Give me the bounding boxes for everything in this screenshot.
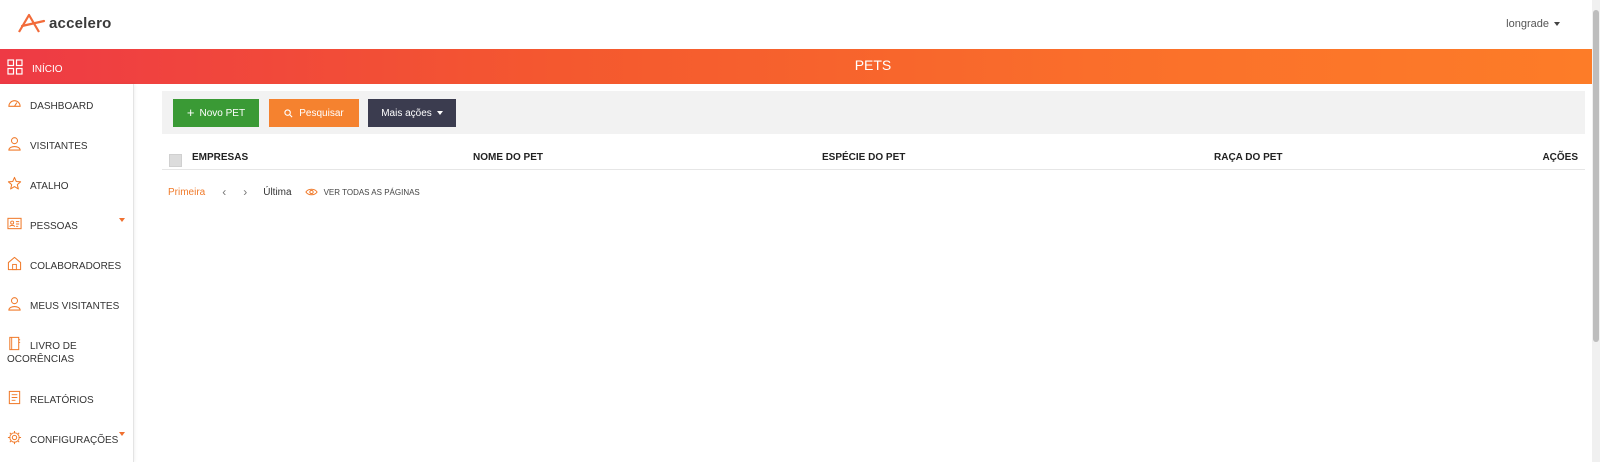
submenu-caret-icon bbox=[119, 218, 125, 222]
sidebar-item-label: PESSOAS bbox=[30, 221, 78, 232]
view-all-pages-link[interactable]: VER TODAS AS PÁGINAS bbox=[304, 187, 420, 197]
page-header-banner: INÍCIO PETS bbox=[0, 49, 1592, 84]
sidebar-item-meus-visitantes[interactable]: MEUS VISITANTES bbox=[7, 297, 127, 313]
column-header-empresas[interactable]: EMPRESAS bbox=[192, 152, 248, 163]
star-icon bbox=[7, 176, 22, 190]
user-menu[interactable]: longrade bbox=[1506, 18, 1560, 30]
app-logo[interactable]: accelero bbox=[17, 12, 111, 34]
id-card-icon bbox=[7, 217, 22, 230]
new-pet-button[interactable]: + Novo PET bbox=[173, 99, 259, 127]
first-page-link[interactable]: Primeira bbox=[168, 187, 205, 198]
page-title: PETS bbox=[854, 57, 892, 73]
book-icon bbox=[9, 336, 21, 351]
select-all-checkbox[interactable] bbox=[169, 154, 182, 167]
view-all-label: VER TODAS AS PÁGINAS bbox=[323, 187, 420, 197]
sidebar-item-label-line2: OCORÊNCIAS bbox=[7, 354, 75, 365]
app-name: accelero bbox=[49, 14, 112, 32]
report-icon bbox=[8, 390, 21, 405]
sidebar-item-label: CONFIGURAÇÕES bbox=[30, 435, 119, 446]
last-page-link[interactable]: Última bbox=[263, 187, 291, 198]
previous-page-icon[interactable]: ‹ bbox=[222, 185, 226, 199]
sidebar-item-configuracoes[interactable]: CONFIGURAÇÕES bbox=[7, 430, 127, 447]
submenu-caret-icon bbox=[119, 432, 125, 436]
eye-icon bbox=[304, 188, 318, 196]
table-header: EMPRESAS NOME DO PET ESPÉCIE DO PET RAÇA… bbox=[162, 146, 1585, 170]
sidebar-item-label: ATALHO bbox=[30, 181, 69, 192]
top-bar: accelero longrade bbox=[0, 0, 1600, 49]
sidebar-item-visitantes[interactable]: VISITANTES bbox=[7, 137, 127, 153]
sidebar-item-dashboard[interactable]: DASHBOARD bbox=[7, 100, 127, 113]
more-actions-button[interactable]: Mais ações bbox=[368, 99, 456, 127]
page-scrollbar[interactable] bbox=[1592, 0, 1600, 462]
sidebar-item-livro-de-ocorencias[interactable]: LIVRO DE OCORÊNCIAS bbox=[7, 336, 127, 366]
sidebar-item-pessoas[interactable]: PESSOAS bbox=[7, 217, 127, 233]
new-pet-label: Novo PET bbox=[199, 107, 246, 119]
search-button[interactable]: Pesquisar bbox=[269, 99, 359, 127]
search-icon bbox=[284, 108, 293, 117]
chevron-down-icon bbox=[436, 111, 443, 115]
user-icon bbox=[8, 137, 21, 151]
sidebar-item-relatorios[interactable]: RELATÓRIOS bbox=[7, 390, 127, 407]
column-header-raca-do-pet[interactable]: RAÇA DO PET bbox=[1214, 152, 1283, 163]
user-name: longrade bbox=[1506, 18, 1549, 30]
column-header-acoes: AÇÕES bbox=[1542, 152, 1578, 163]
scrollbar-thumb[interactable] bbox=[1593, 10, 1599, 342]
user-icon bbox=[8, 297, 21, 311]
plus-icon: + bbox=[186, 105, 195, 120]
column-header-nome-do-pet[interactable]: NOME DO PET bbox=[473, 152, 543, 163]
dashboard-icon bbox=[8, 100, 21, 107]
gear-icon bbox=[7, 430, 22, 445]
chevron-down-icon bbox=[1554, 22, 1560, 26]
sidebar-item-label: MEUS VISITANTES bbox=[30, 301, 120, 312]
search-label: Pesquisar bbox=[299, 107, 344, 119]
more-actions-label: Mais ações bbox=[381, 107, 432, 119]
sidebar-item-atalho[interactable]: ATALHO bbox=[7, 176, 127, 193]
sidebar-item-label: RELATÓRIOS bbox=[30, 395, 94, 406]
sidebar-item-label: COLABORADORES bbox=[30, 261, 122, 272]
next-page-icon[interactable]: › bbox=[243, 185, 247, 199]
pagination: Primeira ‹ › Última VER TODAS AS PÁGINAS bbox=[168, 184, 420, 200]
column-header-especie-do-pet[interactable]: ESPÉCIE DO PET bbox=[822, 152, 905, 163]
action-toolbar: + Novo PET Pesquisar Mais ações bbox=[162, 91, 1585, 134]
sidebar: DASHBOARD VISITANTES ATALHO PESSOAS COLA… bbox=[0, 84, 134, 462]
sidebar-item-label: DASHBOARD bbox=[30, 101, 94, 112]
sidebar-item-label-line1: LIVRO DE bbox=[30, 341, 77, 352]
sidebar-item-colaboradores[interactable]: COLABORADORES bbox=[7, 256, 127, 273]
building-icon bbox=[7, 256, 22, 271]
logo-icon bbox=[18, 13, 46, 33]
sidebar-item-label: VISITANTES bbox=[30, 141, 88, 152]
